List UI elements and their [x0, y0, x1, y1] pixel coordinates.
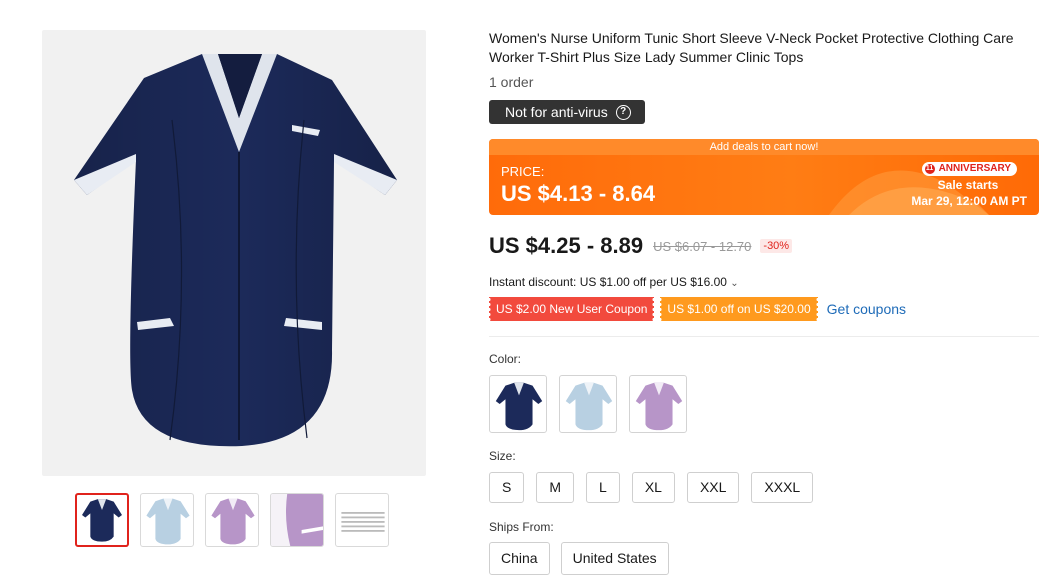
thumbnail-light-blue[interactable]: [140, 493, 194, 547]
ships-from-united-states[interactable]: United States: [560, 542, 669, 575]
size-option-m[interactable]: M: [536, 472, 575, 503]
store-coupon[interactable]: US $1.00 off on US $20.00: [660, 297, 818, 321]
product-title: Women's Nurse Uniform Tunic Short Sleeve…: [489, 30, 1014, 65]
ships-from-options: China United States: [489, 542, 669, 575]
size-option-l[interactable]: L: [586, 472, 620, 503]
thumbnail-lavender-detail[interactable]: [270, 493, 324, 547]
instant-discount[interactable]: Instant discount: US $1.00 off per US $1…: [489, 275, 739, 289]
size-options: S M L XL XXL XXXL: [489, 472, 814, 503]
thumbnail-navy[interactable]: [75, 493, 129, 547]
price-row: US $4.25 - 8.89 US $6.07 - 12.70 -30%: [489, 233, 793, 259]
anniversary-badge: 11 ANNIVERSARY: [921, 162, 1017, 176]
color-option-navy[interactable]: [489, 375, 547, 433]
anti-virus-badge-label: Not for anti-virus: [505, 104, 608, 120]
ships-from-china[interactable]: China: [489, 542, 550, 575]
thumbnail-size-chart[interactable]: [335, 493, 389, 547]
new-user-coupon[interactable]: US $2.00 New User Coupon: [489, 297, 655, 321]
original-price: US $6.07 - 12.70: [653, 238, 752, 254]
current-price: US $4.25 - 8.89: [489, 233, 644, 258]
size-option-s[interactable]: S: [489, 472, 525, 503]
product-info: Women's Nurse Uniform Tunic Short Sleeve…: [489, 29, 1039, 124]
coupon-row: US $2.00 New User Coupon US $1.00 off on…: [489, 297, 906, 321]
main-product-image[interactable]: [42, 30, 426, 476]
sale-starts-label: Sale starts: [937, 178, 999, 192]
anniversary-label: ANNIVERSARY: [938, 163, 1011, 174]
color-label: Color:: [489, 352, 522, 366]
11-logo-icon: 11: [924, 164, 935, 174]
discount-badge: -30%: [760, 239, 793, 253]
divider: [489, 336, 1039, 337]
chevron-down-icon[interactable]: ⌄: [730, 278, 738, 289]
color-options: [489, 375, 687, 433]
thumbnail-strip: [75, 493, 389, 547]
size-label: Size:: [489, 449, 516, 463]
promo-price: US $4.13 - 8.64: [501, 181, 656, 206]
get-coupons-link[interactable]: Get coupons: [827, 301, 906, 317]
thumbnail-lavender[interactable]: [205, 493, 259, 547]
ships-from-label: Ships From:: [489, 520, 554, 534]
promo-banner[interactable]: Add deals to cart now! PRICE: US $4.13 -…: [489, 139, 1039, 215]
size-option-xxxl[interactable]: XXXL: [751, 472, 814, 503]
promo-banner-text: Add deals to cart now!: [489, 139, 1039, 155]
nurse-tunic-image: [74, 54, 397, 447]
color-option-lavender[interactable]: [629, 375, 687, 433]
order-count: 1 order: [489, 74, 534, 90]
question-circle-icon[interactable]: ?: [615, 104, 631, 120]
promo-price-label: PRICE:: [501, 164, 545, 179]
instant-discount-text: Instant discount: US $1.00 off per US $1…: [489, 275, 727, 289]
sale-date: Mar 29, 12:00 AM PT: [911, 194, 1027, 208]
anti-virus-badge[interactable]: Not for anti-virus ?: [489, 100, 645, 124]
color-option-light-blue[interactable]: [559, 375, 617, 433]
size-option-xl[interactable]: XL: [631, 472, 675, 503]
size-option-xxl[interactable]: XXL: [686, 472, 740, 503]
